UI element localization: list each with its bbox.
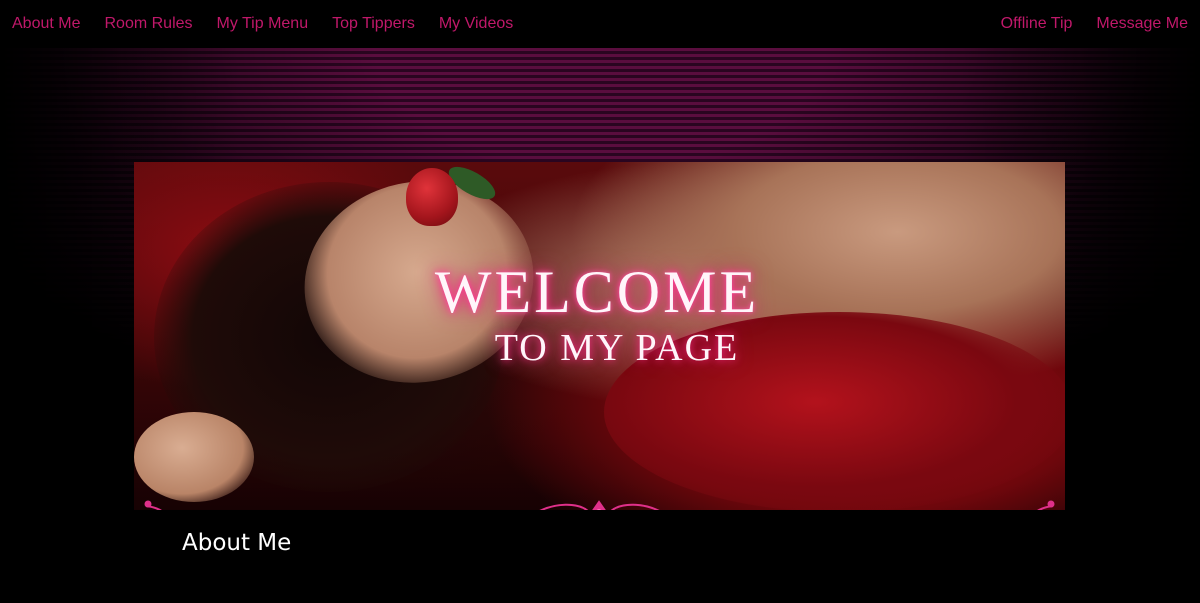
content-panel: About Me [134,510,1065,556]
welcome-banner-image: WELCOME TO MY PAGE [134,162,1065,512]
banner-title: WELCOME TO MY PAGE [382,260,812,370]
nav-link-tip-menu[interactable]: My Tip Menu [217,15,309,33]
nav-link-about-me[interactable]: About Me [12,15,80,33]
nav-link-top-tippers[interactable]: Top Tippers [332,15,415,33]
nav-left-group: About Me Room Rules My Tip Menu Top Tipp… [12,15,537,33]
banner-strawberry-shape [406,168,458,226]
banner-welcome-text: WELCOME [434,259,760,325]
top-navigation: About Me Room Rules My Tip Menu Top Tipp… [0,0,1200,48]
banner-subtitle-text: TO MY PAGE [494,327,740,369]
nav-link-room-rules[interactable]: Room Rules [104,15,192,33]
nav-link-offline-tip[interactable]: Offline Tip [1001,15,1073,33]
nav-link-my-videos[interactable]: My Videos [439,15,513,33]
nav-link-message-me[interactable]: Message Me [1096,15,1188,33]
banner-hand-shape [134,412,254,502]
section-heading-about-me: About Me [182,530,292,556]
nav-right-group: Offline Tip Message Me [977,15,1188,33]
striped-background: WELCOME TO MY PAGE About Me [0,48,1200,603]
